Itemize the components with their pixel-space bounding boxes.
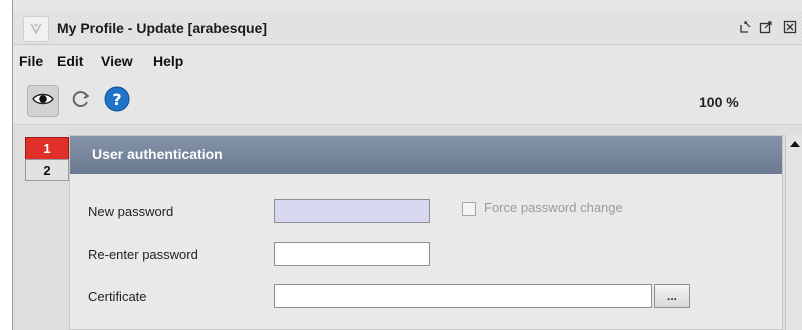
content-area: 1 2 User authentication New password For… xyxy=(13,125,802,330)
profile-window: My Profile - Update [arabesque] File Edi… xyxy=(12,0,802,330)
menu-file[interactable]: File xyxy=(19,53,43,69)
new-password-label: New password xyxy=(88,204,174,219)
tab-1[interactable]: 1 xyxy=(25,137,69,159)
title-bar[interactable]: My Profile - Update [arabesque] xyxy=(13,12,802,45)
window-title: My Profile - Update [arabesque] xyxy=(57,20,268,36)
authentication-panel: User authentication New password Force p… xyxy=(69,135,783,330)
menu-edit[interactable]: Edit xyxy=(57,53,83,69)
menu-view[interactable]: View xyxy=(101,53,133,69)
help-icon: ? xyxy=(104,86,130,117)
preview-button[interactable] xyxy=(27,85,59,117)
maximize-icon[interactable] xyxy=(757,18,775,36)
menu-bar: File Edit View Help xyxy=(13,45,802,77)
section-title: User authentication xyxy=(92,146,223,162)
close-icon[interactable] xyxy=(781,18,799,36)
certificate-label: Certificate xyxy=(88,289,147,304)
refresh-icon xyxy=(70,88,92,115)
eye-icon xyxy=(32,92,54,111)
new-password-field[interactable] xyxy=(274,199,430,223)
section-header: User authentication xyxy=(70,136,782,174)
help-button[interactable]: ? xyxy=(101,85,133,117)
app-logo-icon xyxy=(23,16,49,42)
minimize-icon[interactable] xyxy=(737,18,755,36)
menu-help[interactable]: Help xyxy=(153,53,183,69)
reenter-password-field[interactable] xyxy=(274,242,430,266)
zoom-level: 100 % xyxy=(699,94,739,110)
browse-certificate-button[interactable]: ... xyxy=(654,284,690,308)
vertical-scrollbar[interactable] xyxy=(785,135,802,330)
svg-text:?: ? xyxy=(112,90,121,109)
reenter-password-label: Re-enter password xyxy=(88,247,198,262)
tab-2[interactable]: 2 xyxy=(25,159,69,181)
toolbar: ? 100 % xyxy=(13,78,802,125)
force-password-change-checkbox[interactable] xyxy=(462,202,476,216)
certificate-field[interactable] xyxy=(274,284,652,308)
scroll-up-arrow-icon[interactable] xyxy=(786,135,802,153)
force-password-change-label: Force password change xyxy=(484,200,623,215)
refresh-button[interactable] xyxy=(65,85,97,117)
